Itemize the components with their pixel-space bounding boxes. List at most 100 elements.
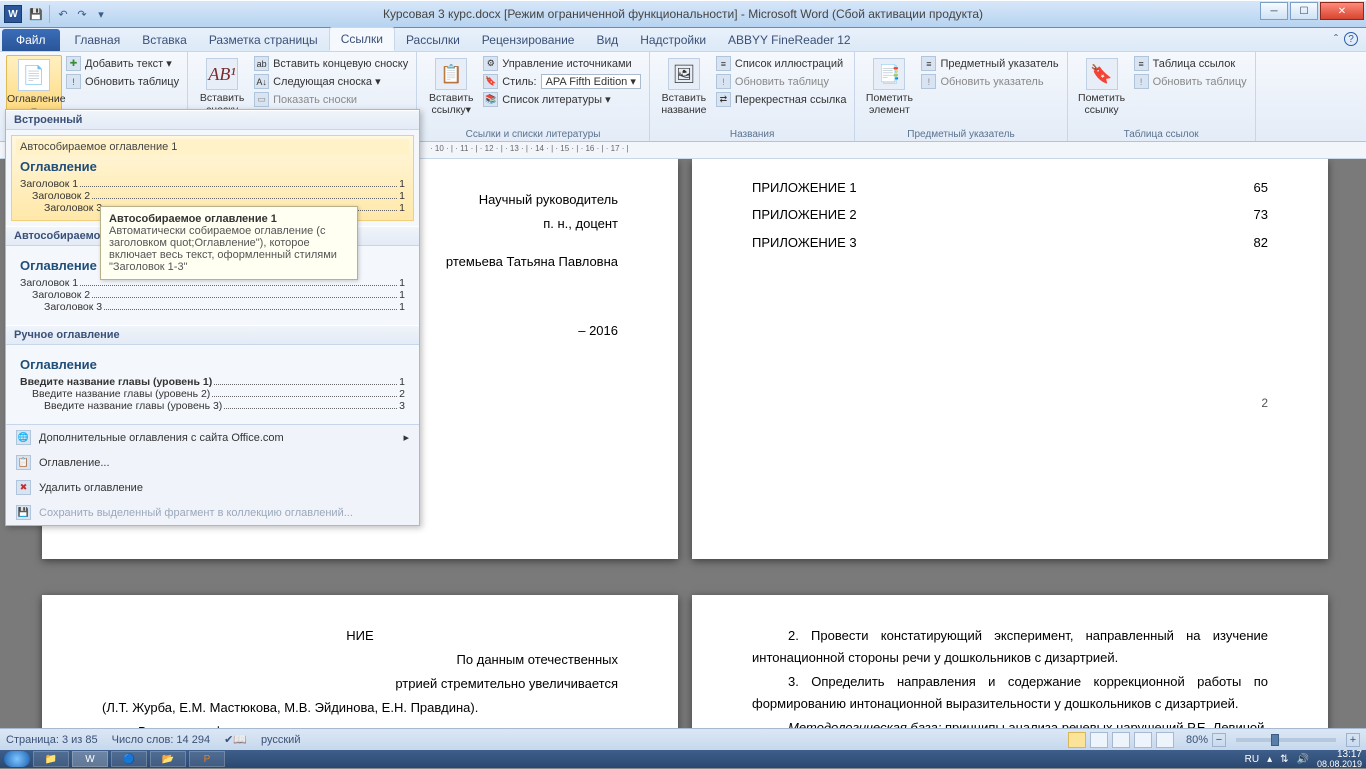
help-icon[interactable]: ? [1344, 32, 1358, 46]
show-notes-icon: ▭ [254, 92, 269, 107]
update-toc-button[interactable]: !Обновить таблицу [64, 73, 181, 90]
group-captions: 🖼 Вставить название ≡Список иллюстраций … [650, 52, 856, 141]
qat-customize[interactable]: ▾ [93, 6, 109, 22]
group-label-index: Предметный указатель [855, 129, 1066, 140]
page-3[interactable]: НИЕ По данным отечественных ртрией стрем… [42, 595, 678, 728]
tray-lang[interactable]: RU [1245, 754, 1259, 765]
toc-icon: 📄 [18, 59, 50, 91]
tooltip-title: Автособираемое оглавление 1 [109, 213, 277, 225]
refresh-icon: ! [716, 74, 731, 89]
citation-icon: 📋 [435, 58, 467, 90]
text-line: ртрией стремительно увеличивается [102, 673, 618, 695]
qat-redo[interactable]: ↷ [74, 6, 90, 22]
tab-addins[interactable]: Надстройки [629, 29, 717, 51]
zoom-in-button[interactable]: + [1346, 733, 1360, 747]
task-powerpoint[interactable]: P [189, 751, 225, 767]
insert-endnote-button[interactable]: abВставить концевую сноску [252, 55, 410, 72]
task-chrome[interactable]: 🔵 [111, 751, 147, 767]
tray-time[interactable]: 13:17 [1317, 750, 1362, 760]
task-word[interactable]: W [72, 751, 108, 767]
quick-access-toolbar: 💾 ↶ ↷ ▾ [28, 5, 109, 23]
zoom-out-button[interactable]: − [1212, 733, 1226, 747]
page-2[interactable]: ПРИЛОЖЕНИЕ 165 ПРИЛОЖЕНИЕ 273 ПРИЛОЖЕНИЕ… [692, 159, 1328, 559]
tab-references[interactable]: Ссылки [329, 27, 395, 51]
qat-undo[interactable]: ↶ [55, 6, 71, 22]
maximize-button[interactable]: ☐ [1290, 2, 1318, 20]
minimize-button[interactable]: ─ [1260, 2, 1288, 20]
show-footnotes-button[interactable]: ▭Показать сноски [252, 91, 410, 108]
gallery-item-manual[interactable]: Оглавление Введите название главы (урове… [11, 350, 414, 419]
view-print-layout[interactable] [1068, 732, 1086, 748]
mark-citation-button[interactable]: 🔖 Пометить ссылку [1074, 55, 1130, 116]
gallery-remove-toc[interactable]: ✖Удалить оглавление [6, 475, 419, 500]
status-page[interactable]: Страница: 3 из 85 [6, 734, 98, 746]
table-of-authorities-button[interactable]: ≡Таблица ссылок [1132, 55, 1249, 72]
manage-sources-icon: ⚙ [483, 56, 498, 71]
next-footnote-icon: A↓ [254, 74, 269, 89]
view-outline[interactable] [1134, 732, 1152, 748]
tab-abbyy[interactable]: ABBYY FineReader 12 [717, 29, 862, 51]
cross-reference-button[interactable]: ⇄Перекрестная ссылка [714, 91, 849, 108]
task-folder[interactable]: 📂 [150, 751, 186, 767]
plus-icon: ✚ [66, 56, 81, 71]
mark-entry-button[interactable]: 📑 Пометить элемент [861, 55, 917, 116]
toc-entry: ПРИЛОЖЕНИЕ 382 [752, 229, 1268, 256]
update-index-button[interactable]: !Обновить указатель [919, 73, 1060, 90]
view-web-layout[interactable] [1112, 732, 1130, 748]
update-toa-button[interactable]: !Обновить таблицу [1132, 73, 1249, 90]
gallery-section-builtin: Встроенный [6, 110, 419, 130]
insert-index-button[interactable]: ≡Предметный указатель [919, 55, 1060, 72]
ribbon-minimize-icon[interactable]: ˆ [1334, 32, 1338, 46]
manage-sources-button[interactable]: ⚙Управление источниками [481, 55, 643, 72]
text-line: 2. Провести констатирующий эксперимент, … [752, 625, 1268, 669]
zoom-level[interactable]: 80% [1186, 734, 1208, 746]
toa-icon: ≡ [1134, 56, 1149, 71]
status-word-count[interactable]: Число слов: 14 294 [112, 734, 210, 746]
tray-network-icon[interactable]: ⇅ [1280, 754, 1288, 765]
view-draft[interactable] [1156, 732, 1174, 748]
tab-review[interactable]: Рецензирование [471, 29, 586, 51]
tray-volume-icon[interactable]: 🔊 [1297, 754, 1309, 765]
insert-caption-button[interactable]: 🖼 Вставить название [656, 55, 712, 116]
tooltip-body: Автоматически собираемое оглавление (с з… [109, 225, 337, 273]
gallery-section-manual: Ручное оглавление [6, 325, 419, 345]
endnote-icon: ab [254, 56, 269, 71]
close-button[interactable]: ✕ [1320, 2, 1364, 20]
qat-save[interactable]: 💾 [28, 6, 44, 22]
next-footnote-button[interactable]: A↓Следующая сноска ▾ [252, 73, 410, 90]
gallery-more-office[interactable]: 🌐Дополнительные оглавления с сайта Offic… [6, 425, 419, 450]
insert-citation-button[interactable]: 📋 Вставить ссылку▾ [423, 55, 479, 116]
group-label-captions: Названия [650, 129, 855, 140]
file-tab[interactable]: Файл [2, 29, 60, 51]
mark-entry-icon: 📑 [873, 58, 905, 90]
add-text-button[interactable]: ✚Добавить текст ▾ [64, 55, 181, 72]
group-toa: 🔖 Пометить ссылку ≡Таблица ссылок !Обнов… [1068, 52, 1256, 141]
tab-home[interactable]: Главная [64, 29, 132, 51]
start-button[interactable] [4, 751, 30, 767]
view-full-screen[interactable] [1090, 732, 1108, 748]
bibliography-icon: 📚 [483, 92, 498, 107]
page-4[interactable]: 2. Провести констатирующий эксперимент, … [692, 595, 1328, 728]
tab-insert[interactable]: Вставка [131, 29, 198, 51]
status-spellcheck-icon[interactable]: ✔📖 [224, 733, 247, 746]
update-figures-button[interactable]: !Обновить таблицу [714, 73, 849, 90]
toc-entry: ПРИЛОЖЕНИЕ 273 [752, 201, 1268, 228]
task-explorer[interactable]: 📁 [33, 751, 69, 767]
zoom-slider[interactable] [1236, 738, 1336, 742]
tab-page-layout[interactable]: Разметка страницы [198, 29, 329, 51]
gallery-custom-toc[interactable]: 📋Оглавление... [6, 450, 419, 475]
table-of-figures-button[interactable]: ≡Список иллюстраций [714, 55, 849, 72]
refresh-icon: ! [1134, 74, 1149, 89]
group-label-citations: Ссылки и списки литературы [417, 129, 649, 140]
tab-view[interactable]: Вид [585, 29, 629, 51]
toc-custom-icon: 📋 [16, 455, 31, 470]
save-selection-icon: 💾 [16, 505, 31, 520]
insert-footnote-button[interactable]: AB¹ Вставить сноску [194, 55, 250, 116]
refresh-icon: ! [66, 74, 81, 89]
status-language[interactable]: русский [261, 734, 300, 746]
tab-mailings[interactable]: Рассылки [395, 29, 471, 51]
tray-date[interactable]: 08.08.2019 [1317, 760, 1362, 769]
tray-chevron-icon[interactable]: ▴ [1267, 754, 1272, 765]
bibliography-button[interactable]: 📚Список литературы ▾ [481, 91, 643, 108]
citation-style-select[interactable]: 🔖Стиль: APA Fifth Edition ▾ [481, 73, 643, 90]
